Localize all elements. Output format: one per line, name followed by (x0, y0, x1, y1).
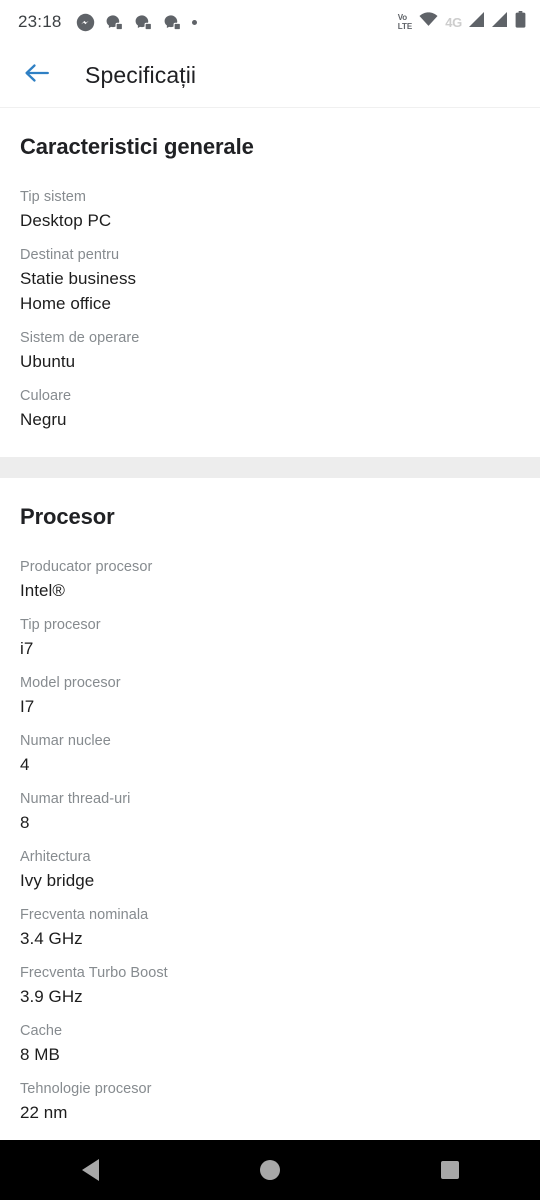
spec-label: Culoare (20, 388, 72, 404)
page-title: Specificații (85, 62, 197, 88)
spec-label: Model procesor (20, 675, 121, 691)
spec-row: Destinat pentru Statie business Home offi… (20, 244, 520, 327)
spec-list: Tip sistem Desktop PC Destinat pentru St… (20, 164, 520, 457)
network-4g-label: 4G (445, 14, 462, 30)
nav-home-icon (260, 1160, 280, 1180)
spec-label: Tip procesor (20, 617, 101, 633)
spec-value: Ivy bridge (20, 871, 95, 890)
spec-value: 3.4 GHz (20, 929, 83, 948)
section-caracteristici-generale: Caracteristici generale Tip sistem Deskt… (0, 108, 540, 457)
app-bar: Specificații (0, 44, 540, 108)
spec-label: Numar nuclee (20, 733, 111, 749)
spec-value: 4 (20, 755, 30, 774)
battery-icon (515, 11, 526, 33)
spec-value: I7 (20, 697, 35, 716)
spec-row: Producator procesor Intel® (20, 556, 520, 614)
spec-value: Intel® (20, 581, 65, 600)
status-bar-notification-icons (76, 13, 197, 32)
volte-bottom-label: LTE (397, 22, 413, 31)
spec-label: Frecventa nominala (20, 907, 149, 923)
nav-home-button[interactable] (225, 1140, 315, 1200)
nav-recents-button[interactable] (405, 1140, 495, 1200)
spec-value: 22 nm (20, 1103, 68, 1122)
spec-value: 8 MB (20, 1045, 60, 1064)
spec-value: Statie business Home office (20, 269, 137, 313)
spec-row: Frecventa Turbo Boost 3.9 GHz (20, 962, 520, 1020)
volte-icon: Vo LTE (398, 13, 413, 31)
nav-back-button[interactable] (45, 1140, 135, 1200)
spec-row: Numar nuclee 4 (20, 730, 520, 788)
spec-row: Sistem de operare Ubuntu (20, 327, 520, 385)
spec-value: 8 (20, 813, 30, 832)
section-title: Procesor (20, 504, 115, 529)
status-bar-clock: 23:18 (18, 12, 62, 31)
spec-label: Frecventa Turbo Boost (20, 965, 168, 981)
spec-label: Cache (20, 1023, 63, 1039)
section-divider (0, 457, 540, 478)
specifications-content: Caracteristici generale Tip sistem Deskt… (0, 108, 540, 1174)
spec-value: i7 (20, 639, 34, 658)
spec-label: Sistem de operare (20, 330, 140, 346)
status-bar-system-icons: Vo LTE 4G (398, 11, 526, 33)
arrow-left-icon (24, 61, 50, 90)
signal-bars-icon (469, 12, 485, 32)
section-procesor: Procesor Producator procesor Intel® Tip … (0, 478, 540, 1150)
messenger-chat-icon (163, 13, 182, 32)
signal-bars-icon (492, 12, 508, 32)
spec-value: Negru (20, 410, 67, 429)
spec-label: Numar thread-uri (20, 791, 131, 807)
spec-row: Tehnologie procesor 22 nm (20, 1078, 520, 1136)
messenger-chat-icon (105, 13, 124, 32)
spec-label: Arhitectura (20, 849, 91, 865)
nav-back-icon (81, 1159, 99, 1181)
spec-row: Tip sistem Desktop PC (20, 186, 520, 244)
spec-label: Tehnologie procesor (20, 1081, 152, 1097)
spec-value: 3.9 GHz (20, 987, 83, 1006)
dot-icon (191, 19, 197, 25)
messenger-chat-icon (134, 13, 153, 32)
back-button[interactable] (20, 59, 54, 93)
spec-label: Producator procesor (20, 559, 153, 575)
volte-top-label: Vo (397, 13, 407, 22)
nav-recents-icon (441, 1161, 459, 1179)
spec-label: Tip sistem (20, 189, 87, 205)
wifi-icon (419, 12, 438, 32)
status-bar: 23:18 Vo LTE 4G (0, 0, 540, 44)
spec-list: Producator procesor Intel® Tip procesor … (20, 534, 520, 1150)
messenger-icon (76, 13, 95, 32)
spec-row: Model procesor I7 (20, 672, 520, 730)
spec-row: Numar thread-uri 8 (20, 788, 520, 846)
system-navigation-bar (0, 1140, 540, 1200)
spec-label: Destinat pentru (20, 247, 120, 263)
spec-row: Culoare Negru (20, 385, 520, 443)
spec-row: Arhitectura Ivy bridge (20, 846, 520, 904)
phone-screen: 23:18 Vo LTE 4G Specificații Caracterist… (0, 0, 540, 1200)
spec-row: Cache 8 MB (20, 1020, 520, 1078)
spec-value: Desktop PC (20, 211, 112, 230)
spec-row: Frecventa nominala 3.4 GHz (20, 904, 520, 962)
spec-value: Ubuntu (20, 352, 76, 371)
section-title: Caracteristici generale (20, 134, 254, 159)
spec-row: Tip procesor i7 (20, 614, 520, 672)
